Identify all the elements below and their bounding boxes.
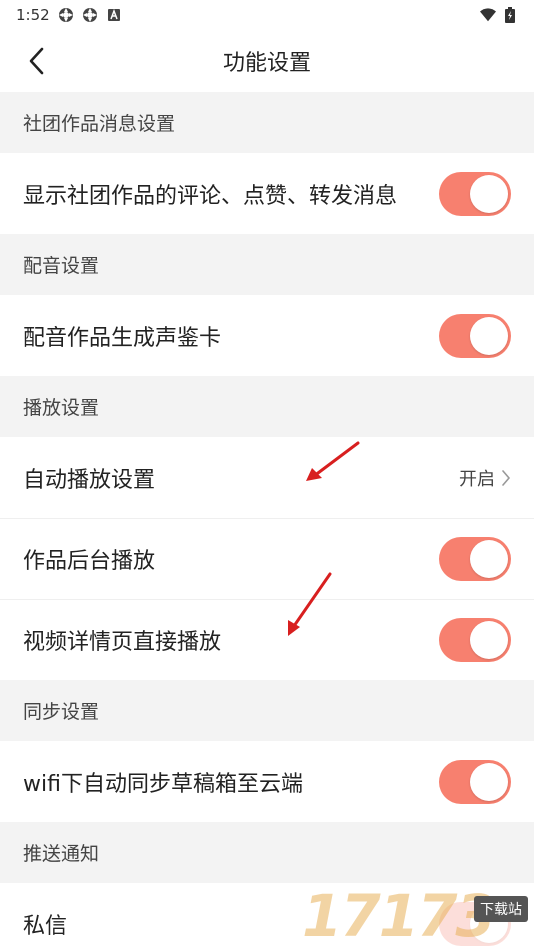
font-a-icon [106, 7, 122, 23]
section-header-playback: 播放设置 [0, 376, 534, 437]
watermark-logo: 17173 下载站 [302, 882, 530, 950]
setting-label: 视频详情页直接播放 [23, 630, 222, 655]
status-bar: 1:52 [0, 0, 534, 30]
battery-icon [502, 7, 518, 23]
section-header-dubbing: 配音设置 [0, 234, 534, 295]
setting-value: 开启 [459, 465, 511, 491]
setting-row-voice-card: 配音作品生成声鉴卡 [0, 295, 534, 376]
toggle-switch[interactable] [439, 759, 511, 804]
toggle-switch[interactable] [439, 618, 511, 662]
toggle-knob [470, 762, 508, 801]
setting-row-autoplay[interactable]: 自动播放设置 开启 [0, 437, 534, 518]
status-time: 1:52 [16, 6, 50, 24]
header: 功能设置 [0, 30, 534, 92]
toggle-switch[interactable] [439, 537, 511, 581]
back-button[interactable] [16, 30, 56, 92]
section-header-push: 推送通知 [0, 822, 534, 883]
page-title: 功能设置 [222, 51, 311, 76]
section-header-sync: 同步设置 [0, 680, 534, 741]
toggle-knob [470, 540, 508, 578]
toggle-switch[interactable] [439, 313, 511, 358]
setting-row-video-direct-play: 视频详情页直接播放 [0, 599, 534, 680]
section-header-club-works: 社团作品消息设置 [0, 92, 534, 153]
watermark-tag: 下载站 [474, 896, 528, 922]
setting-row-background-play: 作品后台播放 [0, 518, 534, 599]
setting-row-show-club-messages: 显示社团作品的评论、点赞、转发消息 [0, 153, 534, 234]
wifi-icon [480, 7, 496, 23]
autoplay-value: 开启 [459, 468, 495, 490]
chevron-right-icon [502, 469, 511, 486]
watermark-digits: 17173 [302, 882, 496, 950]
setting-label: wifi下自动同步草稿箱至云端 [23, 771, 303, 797]
setting-label: 显示社团作品的评论、点赞、转发消息 [23, 183, 398, 209]
setting-label: 配音作品生成声鉴卡 [23, 325, 222, 351]
settings-gear-icon [58, 7, 74, 23]
toggle-knob [470, 621, 508, 659]
setting-label: 作品后台播放 [23, 549, 156, 574]
toggle-knob [470, 174, 508, 213]
toggle-switch[interactable] [439, 171, 511, 216]
setting-row-wifi-sync: wifi下自动同步草稿箱至云端 [0, 741, 534, 822]
chevron-left-icon [29, 47, 44, 75]
settings-gear-icon [82, 7, 98, 23]
setting-label: 自动播放设置 [23, 467, 156, 493]
toggle-knob [470, 316, 508, 355]
